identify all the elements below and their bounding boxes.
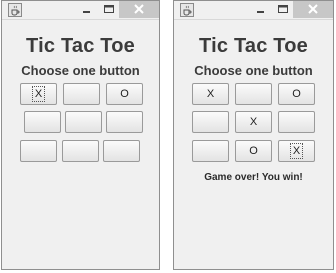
maximize-icon bbox=[278, 5, 288, 13]
java-cup-icon bbox=[180, 3, 194, 17]
minimize-icon bbox=[257, 11, 264, 13]
minimize-button[interactable] bbox=[74, 1, 99, 18]
game-window-initial: Tic Tac Toe Choose one button X O bbox=[1, 0, 160, 270]
maximize-icon bbox=[104, 5, 114, 13]
instruction-text: Choose one button bbox=[21, 63, 140, 78]
board-cell-4[interactable] bbox=[24, 111, 61, 133]
minimize-icon bbox=[83, 11, 90, 13]
board-cell-8[interactable]: O bbox=[235, 140, 272, 162]
game-title: Tic Tac Toe bbox=[199, 35, 308, 57]
title-bar[interactable] bbox=[174, 1, 333, 20]
board-cell-9[interactable] bbox=[103, 140, 140, 162]
maximize-button[interactable] bbox=[99, 1, 119, 18]
cell-mark: X bbox=[31, 86, 46, 102]
java-cup-icon bbox=[8, 3, 22, 17]
maximize-button[interactable] bbox=[273, 1, 293, 18]
cell-mark: X bbox=[289, 143, 304, 159]
cell-mark: X bbox=[249, 116, 258, 128]
board-cell-6[interactable] bbox=[106, 111, 143, 133]
board-cell-2[interactable] bbox=[63, 83, 100, 105]
close-icon bbox=[134, 4, 144, 14]
board-cell-7[interactable] bbox=[20, 140, 57, 162]
minimize-button[interactable] bbox=[248, 1, 273, 18]
title-bar[interactable] bbox=[2, 1, 159, 20]
board-cell-6[interactable] bbox=[278, 111, 315, 133]
board-cell-1[interactable]: X bbox=[192, 83, 229, 105]
cell-mark: O bbox=[292, 88, 301, 100]
cell-mark: X bbox=[206, 88, 215, 100]
board-cell-1[interactable]: X bbox=[20, 83, 57, 105]
close-icon bbox=[308, 4, 318, 14]
board-cell-4[interactable] bbox=[192, 111, 229, 133]
close-button[interactable] bbox=[293, 1, 333, 18]
game-status: Game over! You win! bbox=[204, 172, 303, 183]
cell-mark: O bbox=[249, 145, 258, 157]
board-cell-9[interactable]: X bbox=[278, 140, 315, 162]
board-cell-8[interactable] bbox=[62, 140, 99, 162]
board-cell-5[interactable]: X bbox=[235, 111, 272, 133]
instruction-text: Choose one button bbox=[194, 63, 313, 78]
board-cell-3[interactable]: O bbox=[278, 83, 315, 105]
game-window-finished: Tic Tac Toe Choose one button X O X O X … bbox=[173, 0, 334, 270]
board-cell-2[interactable] bbox=[235, 83, 272, 105]
board-cell-7[interactable] bbox=[192, 140, 229, 162]
board-cell-3[interactable]: O bbox=[106, 83, 143, 105]
close-button[interactable] bbox=[119, 1, 159, 18]
game-title: Tic Tac Toe bbox=[26, 35, 135, 57]
board-cell-5[interactable] bbox=[65, 111, 102, 133]
cell-mark: O bbox=[120, 88, 129, 100]
